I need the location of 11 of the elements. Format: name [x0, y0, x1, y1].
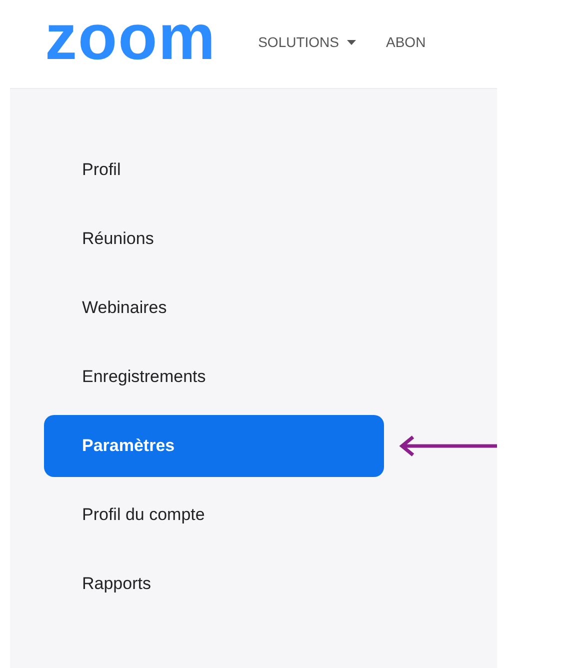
sidebar-item[interactable]: Paramètres [44, 415, 384, 477]
nav-link[interactable]: ABON [386, 32, 426, 52]
sidebar-item[interactable]: Webinaires [44, 277, 461, 339]
sidebar-item[interactable]: Profil du compte [44, 484, 461, 546]
sidebar-item[interactable]: Rapports [44, 553, 461, 615]
sidebar-item[interactable]: Profil [44, 139, 461, 201]
caret-icon [347, 40, 356, 44]
arrow-left-icon [399, 435, 497, 457]
sidebar-item[interactable]: Enregistrements [44, 346, 461, 408]
nav-link[interactable]: SOLUTIONS [258, 32, 356, 52]
sidebar-item[interactable]: Réunions [44, 208, 461, 270]
